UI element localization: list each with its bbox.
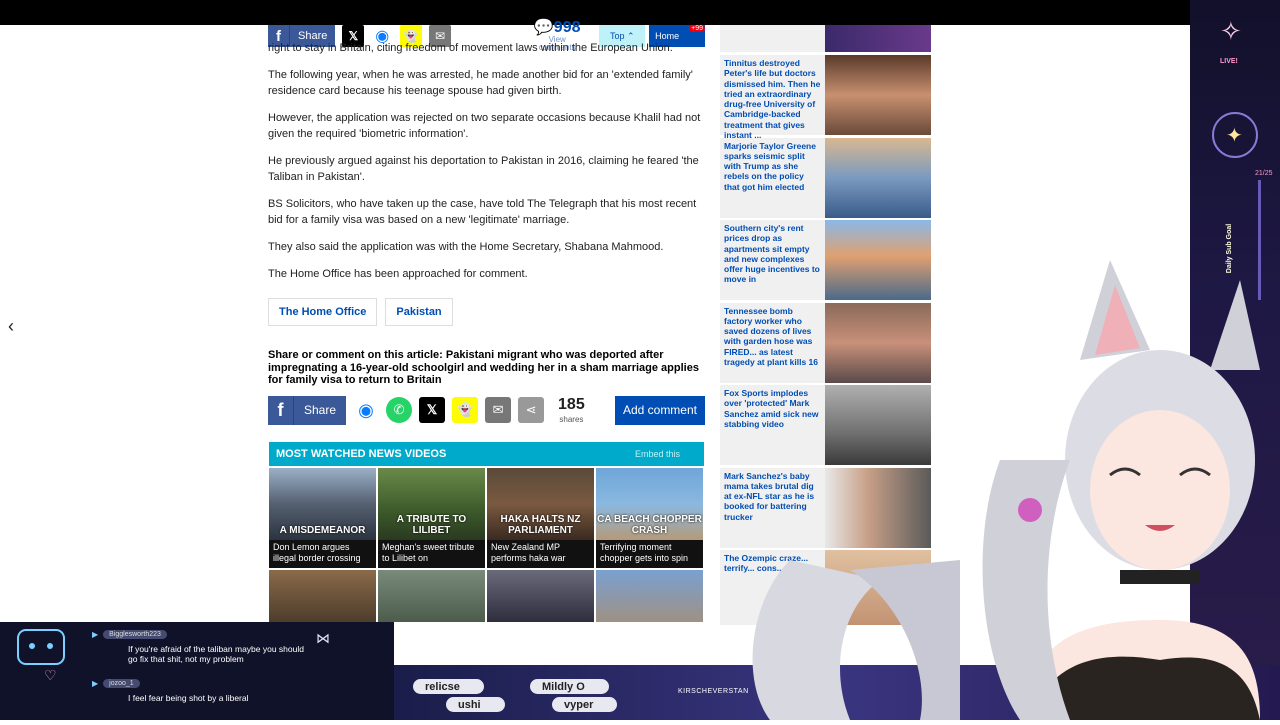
add-comment-button[interactable]: Add comment	[614, 395, 705, 425]
video-overlay-text: HAKA HALTS NZ PARLIAMENT	[500, 514, 581, 536]
live-label: LIVE!	[1220, 58, 1238, 65]
rail-headline: Mark Sanchez's baby mama takes brutal di…	[724, 470, 815, 522]
rail-thumbnail	[825, 55, 931, 135]
supporter-pill: relicse	[413, 679, 484, 694]
comment-count: 998	[553, 19, 581, 36]
facebook-share-button[interactable]: f Share	[268, 395, 347, 425]
video-caption: New Zealand MP performs haka war	[491, 542, 566, 563]
chat-username: jozoo_1	[103, 679, 140, 688]
supporter-pill: ushi	[446, 697, 505, 712]
article-body: right to stay in Britain, citing freedom…	[268, 42, 705, 293]
article-paragraph: They also said the application was with …	[268, 241, 664, 253]
rail-item[interactable]: Tinnitus destroyed Peter's life but doct…	[720, 55, 931, 141]
videos-heading: MOST WATCHED NEWS VIDEOS	[276, 448, 447, 460]
vtuber-avatar-icon	[982, 260, 1260, 720]
rail-thumbnail	[825, 302, 931, 383]
chevron-left-icon[interactable]: ‹	[8, 316, 14, 337]
facebook-share-label: Share	[304, 403, 337, 417]
video-thumbnail[interactable]: CA BEACH CHOPPER CRASH Terrifying moment…	[596, 468, 703, 568]
x-share-icon[interactable]: 𝕏	[419, 397, 446, 423]
video-overlay-text: CA BEACH CHOPPER CRASH	[597, 514, 702, 536]
share-row: f Share ◉ ✆ 𝕏 👻 ✉ ⋖ 185 shares Add comme…	[268, 395, 705, 425]
video-thumbnail[interactable]	[596, 570, 703, 622]
video-thumbnail[interactable]	[487, 570, 594, 622]
facebook-share-label: Share	[298, 30, 328, 42]
rail-thumbnail	[825, 25, 931, 52]
chevron-up-icon: ⌃	[624, 30, 635, 41]
comment-bubble-icon: 💬	[533, 19, 554, 36]
tag-pakistan[interactable]: Pakistan	[385, 298, 453, 326]
rail-item[interactable]: Southern city's rent prices drop as apar…	[720, 220, 931, 300]
browser-top-bar	[0, 0, 1280, 25]
article-partial-line: right to stay in Britain, citing freedom…	[268, 42, 673, 54]
svg-text:✦: ✦	[1226, 125, 1243, 147]
rail-headline: Fox Sports implodes over 'protected' Mar…	[724, 388, 819, 429]
rail-thumbnail	[825, 467, 931, 548]
video-thumbnail[interactable]: A TRIBUTE TO LILIBET Meghan's sweet trib…	[378, 468, 485, 568]
video-thumbnail[interactable]	[378, 570, 485, 622]
rail-headline: Tinnitus destroyed Peter's life but doct…	[724, 58, 821, 141]
video-caption: Terrifying moment chopper gets into spin	[600, 542, 689, 563]
home-label: Home	[655, 31, 680, 41]
article-paragraph: He previously argued against his deporta…	[268, 155, 699, 183]
share-count-number: 185	[558, 395, 585, 413]
video-thumbnail[interactable]: HAKA HALTS NZ PARLIAMENT New Zealand MP …	[487, 468, 594, 568]
snapchat-share-icon[interactable]: 👻	[452, 397, 479, 423]
rail-thumbnail	[825, 385, 931, 465]
chat-message-2: ▶ jozoo_1	[92, 679, 140, 688]
video-thumbnail[interactable]: A MISDEMEANOR Don Lemon argues illegal b…	[269, 468, 376, 568]
videos-header: MOST WATCHED NEWS VIDEOS Embed this	[269, 442, 704, 466]
share-icon[interactable]: ⋖	[518, 397, 545, 423]
supporter-pill: vyper	[552, 697, 618, 712]
sub-goal-count: 21/25	[1255, 170, 1273, 177]
video-overlay-text: A MISDEMEANOR	[279, 525, 366, 536]
article-tags: The Home Office Pakistan	[268, 298, 453, 326]
email-share-icon[interactable]: ✉	[485, 397, 512, 423]
rail-item[interactable]: Mark Sanchez's baby mama takes brutal di…	[720, 467, 931, 548]
article-paragraph: The Home Office has been approached for …	[268, 268, 528, 280]
svg-text:♡: ♡	[44, 667, 57, 683]
top-label: Top	[609, 31, 625, 41]
avatar-hair-icon	[752, 560, 960, 720]
rail-headline: Southern city's rent prices drop as apar…	[724, 223, 820, 285]
svg-text:✧: ✧	[1220, 16, 1242, 46]
stream-chat: ♡ ▶ Bigglesworth223 If you're afraid of …	[0, 622, 394, 720]
video-caption: Meghan's sweet tribute to Lilibet on	[382, 542, 475, 563]
article-paragraph: BS Solicitors, who have taken up the cas…	[268, 198, 697, 226]
play-icon: ▶	[92, 630, 99, 639]
chat-message-1: ▶ Bigglesworth223	[92, 630, 167, 639]
cat-mascot-icon: ♡	[17, 629, 65, 683]
embed-link[interactable]: Embed this	[635, 449, 704, 459]
article-paragraph: The following year, when he was arrested…	[268, 69, 693, 97]
whatsapp-share-icon[interactable]: ✆	[386, 397, 413, 423]
chat-username: Bigglesworth223	[103, 630, 167, 639]
most-watched-videos: MOST WATCHED NEWS VIDEOS Embed this A MI…	[269, 442, 704, 622]
rail-item[interactable]	[720, 25, 931, 52]
video-overlay-text: A TRIBUTE TO LILIBET	[396, 514, 467, 536]
share-count: 185 shares	[558, 395, 585, 424]
rail-item[interactable]: Marjorie Taylor Greene sparks seismic sp…	[720, 137, 931, 218]
video-caption: Don Lemon argues illegal border crossing	[273, 542, 361, 563]
play-icon: ▶	[92, 679, 99, 688]
supporter-pill: Mildly O	[530, 679, 609, 694]
share-section-title: Share or comment on this article: Pakist…	[268, 349, 699, 386]
rail-item[interactable]: Fox Sports implodes over 'protected' Mar…	[720, 385, 931, 465]
messenger-share-icon[interactable]: ◉	[353, 397, 380, 423]
shares-label: shares	[559, 414, 584, 424]
video-thumbnail[interactable]	[269, 570, 376, 622]
chat-message-text: If you're afraid of the taliban maybe yo…	[128, 644, 304, 664]
right-rail: Tinnitus destroyed Peter's life but doct…	[720, 25, 931, 625]
rail-headline: Tennessee bomb factory worker who saved …	[724, 305, 819, 367]
rail-item[interactable]: Tennessee bomb factory worker who saved …	[720, 302, 931, 383]
home-badge: +99	[689, 25, 706, 32]
facebook-icon: f	[268, 395, 294, 425]
article-paragraph: However, the application was rejected on…	[268, 112, 701, 140]
tag-home-office[interactable]: The Home Office	[268, 298, 378, 326]
rail-headline: Marjorie Taylor Greene sparks seismic sp…	[724, 140, 816, 192]
rail-thumbnail	[825, 137, 931, 218]
rail-thumbnail	[825, 220, 931, 300]
chat-message-text: I feel fear being shot by a liberal	[128, 693, 249, 703]
bow-icon: ⋈	[316, 630, 330, 646]
